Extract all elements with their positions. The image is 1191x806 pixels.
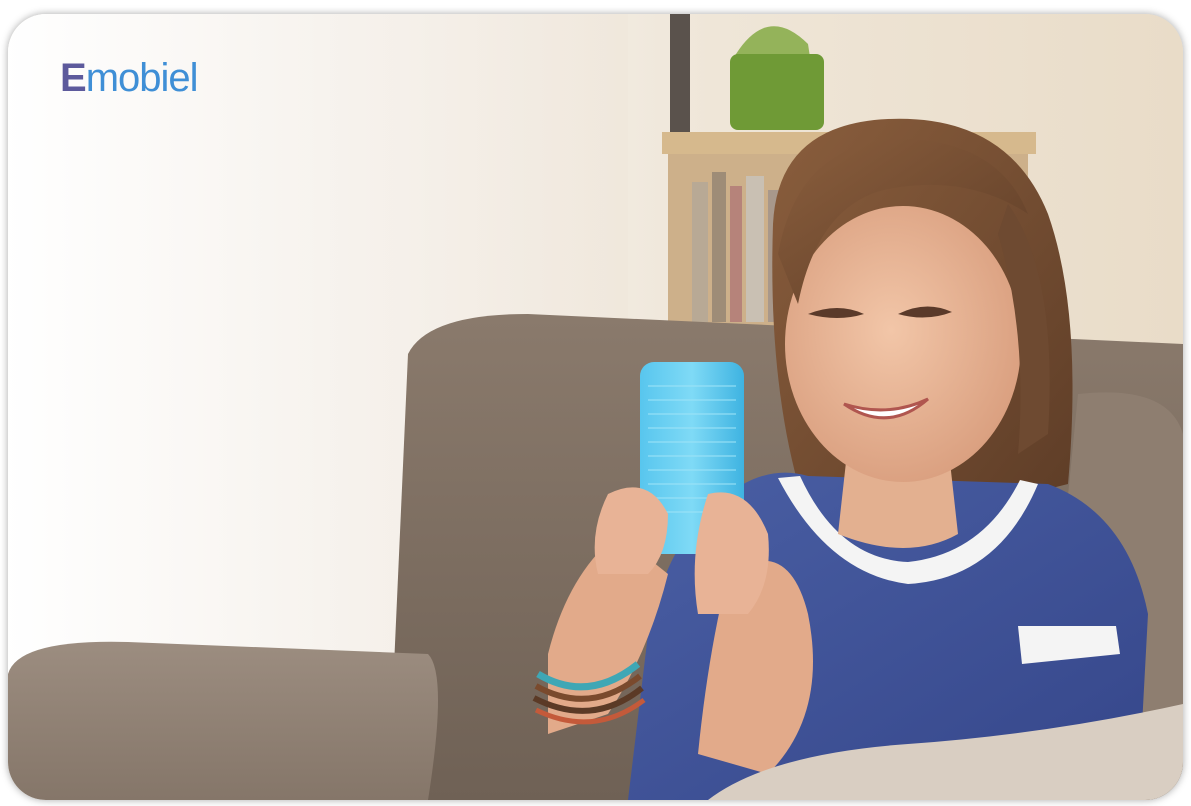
- hero-photo-frame: Emobiel: [8, 14, 1183, 800]
- hero-photo: [8, 14, 1183, 800]
- logo-wordmark: mobiel: [85, 56, 199, 100]
- emobiel-logo: Emobiel: [60, 56, 199, 100]
- logo-initial: E: [60, 56, 87, 100]
